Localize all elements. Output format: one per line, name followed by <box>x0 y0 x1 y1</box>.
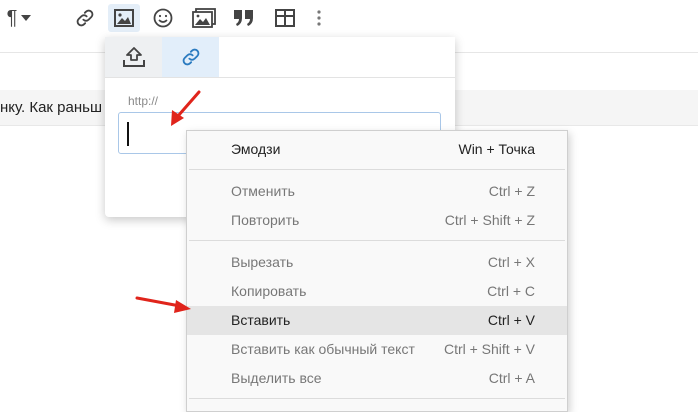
more-icon <box>317 10 321 26</box>
menu-item-label: Выделить все <box>231 370 322 386</box>
insert-image-button[interactable] <box>108 4 140 32</box>
menu-item-shortcut: Ctrl + C <box>487 283 535 299</box>
chevron-down-icon <box>21 15 32 21</box>
editor-toolbar: ¶ <box>0 0 698 36</box>
context-menu: Эмодзи Win + Точка Отменить Ctrl + Z Пов… <box>186 130 568 412</box>
menu-item-shortcut: Ctrl + Z <box>488 183 535 199</box>
annotation-arrow-to-paste <box>135 296 191 313</box>
menu-item-label: Повторить <box>231 212 300 228</box>
editor-text: нку. Как раньш <box>0 99 102 116</box>
menu-item-shortcut: Ctrl + A <box>488 370 535 386</box>
more-options-button[interactable] <box>310 4 328 32</box>
menu-item-label: Эмодзи <box>231 141 281 157</box>
popup-tabs <box>105 37 455 78</box>
menu-separator <box>189 240 565 241</box>
menu-item-label: Вырезать <box>231 254 294 270</box>
menu-item-paste[interactable]: Вставить Ctrl + V <box>187 306 567 335</box>
quote-icon <box>234 10 253 26</box>
tab-link[interactable] <box>162 37 219 77</box>
upload-icon <box>122 47 145 67</box>
tab-upload[interactable] <box>105 37 162 77</box>
url-placeholder-label: http:// <box>128 94 159 108</box>
link-icon <box>76 9 94 27</box>
menu-item-emoji[interactable]: Эмодзи Win + Точка <box>187 135 567 164</box>
insert-emoji-button[interactable] <box>150 4 176 32</box>
insert-quote-button[interactable] <box>230 4 258 32</box>
insert-table-button[interactable] <box>272 4 298 32</box>
paragraph-format-button[interactable]: ¶ <box>0 4 38 32</box>
media-gallery-icon <box>192 8 216 28</box>
insert-link-button[interactable] <box>72 4 98 32</box>
menu-item-shortcut: Ctrl + Shift + Z <box>444 212 535 228</box>
menu-item-label: Отменить <box>231 183 295 199</box>
menu-item-undo[interactable]: Отменить Ctrl + Z <box>187 177 567 206</box>
menu-item-copy[interactable]: Копировать Ctrl + C <box>187 277 567 306</box>
link-icon <box>182 48 199 66</box>
menu-item-label: Копировать <box>231 283 307 299</box>
table-icon <box>275 9 295 27</box>
smiley-icon <box>153 8 173 28</box>
menu-item-label: Вставить <box>231 312 291 328</box>
menu-separator <box>189 398 565 399</box>
menu-item-shortcut: Ctrl + V <box>487 312 535 328</box>
insert-media-button[interactable] <box>189 4 219 32</box>
menu-item-shortcut: Win + Точка <box>458 141 535 157</box>
text-caret <box>127 122 129 146</box>
menu-item-redo[interactable]: Повторить Ctrl + Shift + Z <box>187 206 567 235</box>
menu-item-select-all[interactable]: Выделить все Ctrl + A <box>187 364 567 393</box>
menu-item-shortcut: Ctrl + X <box>487 254 535 270</box>
menu-item-shortcut: Ctrl + Shift + V <box>443 341 535 357</box>
image-icon <box>114 9 134 27</box>
menu-item-label: Вставить как обычный текст <box>231 341 415 357</box>
menu-item-paste-plain-text[interactable]: Вставить как обычный текст Ctrl + Shift … <box>187 335 567 364</box>
menu-separator <box>189 169 565 170</box>
paragraph-icon: ¶ <box>6 6 18 29</box>
menu-item-cut[interactable]: Вырезать Ctrl + X <box>187 248 567 277</box>
